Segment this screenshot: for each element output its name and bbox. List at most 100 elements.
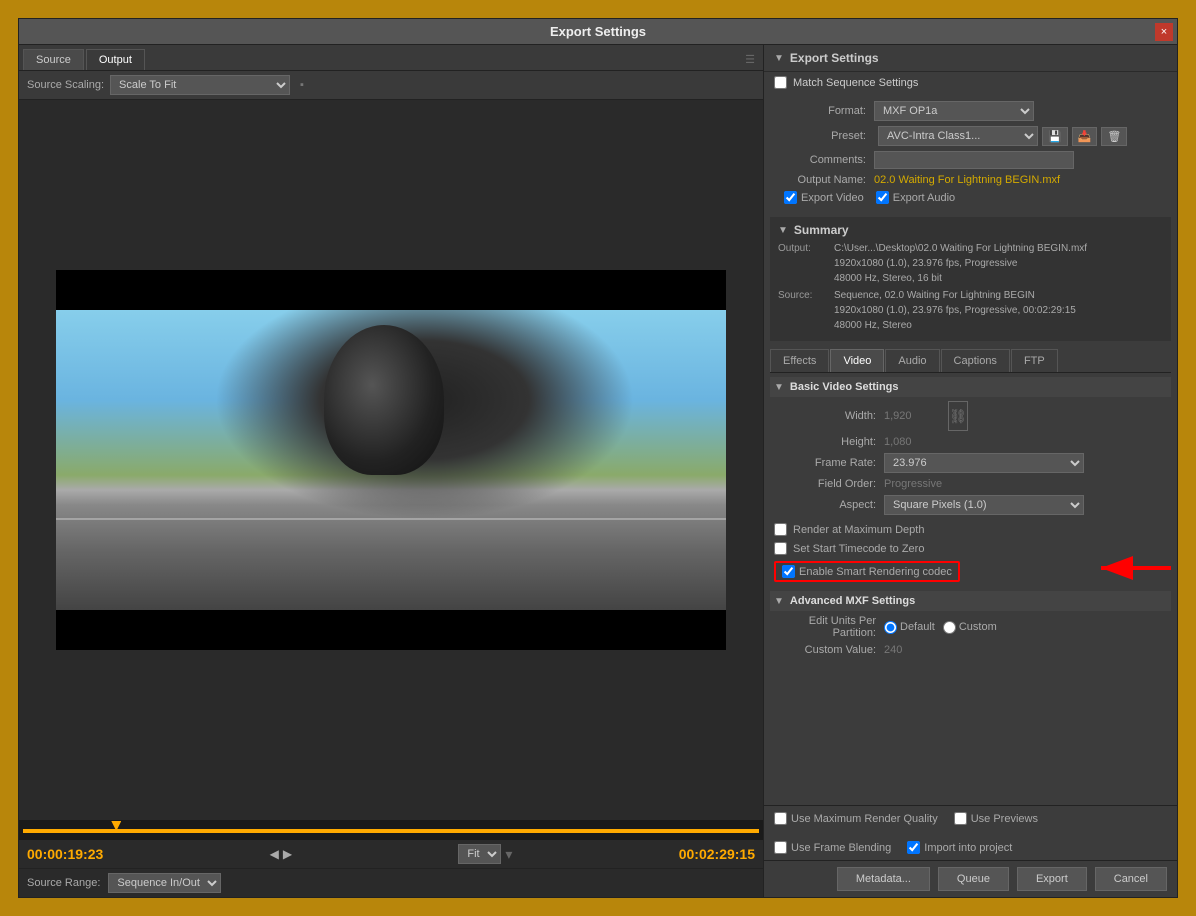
timeline-wrapper[interactable] <box>19 820 763 840</box>
advanced-mxf-toggle[interactable]: ▼ <box>774 596 784 607</box>
edit-units-label: Edit Units Per Partition: <box>774 615 884 639</box>
export-button[interactable]: Export <box>1017 867 1087 891</box>
source-scaling-select[interactable]: Scale To Fit <box>110 75 290 95</box>
height-input[interactable] <box>884 436 944 448</box>
summary-content: Output: C:\User...\Desktop\02.0 Waiting … <box>778 241 1163 333</box>
nav-buttons: ◀ ▶ <box>270 847 292 861</box>
timecode-start: 00:00:19:23 <box>27 846 103 862</box>
panel-tab-row: Effects Video Audio Captions FTP <box>770 349 1171 373</box>
tab-video[interactable]: Video <box>830 349 884 372</box>
width-input[interactable] <box>884 410 944 422</box>
summary-output-detail: 1920x1080 (1.0), 23.976 fps, Progressive <box>834 256 1087 271</box>
render-max-depth-checkbox[interactable] <box>774 523 787 536</box>
source-range-select[interactable]: Sequence In/Out <box>108 873 221 893</box>
summary-source-value: Sequence, 02.0 Waiting For Lightning BEG… <box>834 288 1076 303</box>
fit-select[interactable]: Fit <box>458 844 501 864</box>
tab-captions[interactable]: Captions <box>941 349 1010 372</box>
format-select[interactable]: MXF OP1a <box>874 101 1034 121</box>
left-panel: Source Output ☰ Source Scaling: Scale To… <box>19 45 764 897</box>
export-audio-checkbox[interactable] <box>876 191 889 204</box>
use-max-render-label: Use Maximum Render Quality <box>791 813 938 825</box>
metadata-button[interactable]: Metadata... <box>837 867 930 891</box>
video-frame <box>56 270 726 650</box>
delete-preset-button[interactable]: 🗑 <box>1101 127 1127 146</box>
enable-smart-rendering-highlight: Enable Smart Rendering codec <box>774 561 960 582</box>
format-row: Format: MXF OP1a <box>774 101 1167 121</box>
export-video-item: Export Video <box>784 191 864 204</box>
import-into-project-checkbox[interactable] <box>907 841 920 854</box>
export-settings-dialog: Export Settings × Source Output ☰ Source… <box>18 18 1178 898</box>
summary-output-audio: 48000 Hz, Stereo, 16 bit <box>834 271 1087 286</box>
preset-select[interactable]: AVC-Intra Class1... <box>878 126 1038 146</box>
comments-input[interactable] <box>874 151 1074 169</box>
video-settings-panel: ▼ Basic Video Settings Width: ⛓ Height: … <box>764 373 1177 805</box>
summary-source-row: Source: Sequence, 02.0 Waiting For Light… <box>778 288 1163 333</box>
set-start-timecode-checkbox[interactable] <box>774 542 787 555</box>
prev-frame-button[interactable]: ◀ <box>270 847 279 861</box>
tab-source[interactable]: Source <box>23 49 84 70</box>
output-name-label: Output Name: <box>774 174 874 186</box>
helmet-visual <box>324 325 444 475</box>
tab-audio[interactable]: Audio <box>885 349 939 372</box>
export-audio-item: Export Audio <box>876 191 955 204</box>
source-scaling-label: Source Scaling: <box>27 79 104 91</box>
source-range-label: Source Range: <box>27 877 100 889</box>
tab-effects[interactable]: Effects <box>770 349 829 372</box>
export-video-checkbox[interactable] <box>784 191 797 204</box>
settings-form: Format: MXF OP1a Preset: AVC-Intra Class… <box>764 97 1177 213</box>
tab-ftp[interactable]: FTP <box>1011 349 1058 372</box>
use-previews-checkbox[interactable] <box>954 812 967 825</box>
action-buttons-bar: Metadata... Queue Export Cancel <box>764 860 1177 897</box>
use-frame-blending-checkbox[interactable] <box>774 841 787 854</box>
top-black-bar <box>56 270 726 310</box>
queue-button[interactable]: Queue <box>938 867 1009 891</box>
next-frame-button[interactable]: ▶ <box>283 847 292 861</box>
summary-section: ▼ Summary Output: C:\User...\Desktop\02.… <box>770 217 1171 341</box>
close-button[interactable]: × <box>1155 23 1173 41</box>
save-preset-button[interactable]: 💾 <box>1042 127 1068 146</box>
use-max-render-item: Use Maximum Render Quality <box>774 812 938 825</box>
default-radio[interactable] <box>884 621 897 634</box>
frame-rate-select[interactable]: 23.976 <box>884 453 1084 473</box>
import-into-project-item: Import into project <box>907 841 1012 854</box>
advanced-mxf-section: ▼ Advanced MXF Settings Edit Units Per P… <box>770 591 1171 656</box>
right-panel: ▼ Export Settings Match Sequence Setting… <box>764 45 1177 897</box>
source-scaling-bar: Source Scaling: Scale To Fit ▪ <box>19 71 763 100</box>
preset-row: Preset: AVC-Intra Class1... 💾 📥 🗑 <box>774 126 1167 146</box>
output-name-link[interactable]: 02.0 Waiting For Lightning BEGIN.mxf <box>874 174 1060 186</box>
summary-source-detail: 1920x1080 (1.0), 23.976 fps, Progressive… <box>834 303 1076 318</box>
enable-smart-rendering-label: Enable Smart Rendering codec <box>799 566 952 578</box>
link-dimensions-icon[interactable]: ⛓ <box>948 401 968 431</box>
tab-output[interactable]: Output <box>86 49 145 70</box>
aspect-select[interactable]: Square Pixels (1.0) <box>884 495 1084 515</box>
preset-label: Preset: <box>774 130 874 142</box>
format-label: Format: <box>774 105 874 117</box>
fit-controls: Fit ▾ <box>458 844 512 864</box>
export-video-label: Export Video <box>801 192 864 204</box>
custom-radio[interactable] <box>943 621 956 634</box>
red-arrow-annotation <box>1091 550 1177 590</box>
panel-menu-icon[interactable]: ☰ <box>741 49 759 70</box>
render-max-depth-row: Render at Maximum Depth <box>770 520 1171 539</box>
dropdown-arrow-icon: ▾ <box>505 846 512 863</box>
summary-toggle[interactable]: ▼ <box>778 225 788 236</box>
import-preset-button[interactable]: 📥 <box>1072 127 1098 146</box>
custom-radio-label: Custom <box>959 621 997 633</box>
basic-video-toggle[interactable]: ▼ <box>774 382 784 393</box>
default-radio-label: Default <box>900 621 935 633</box>
scaling-indicator: ▪ <box>300 79 304 91</box>
timeline-progress-bar <box>23 829 759 833</box>
summary-source-values: Sequence, 02.0 Waiting For Lightning BEG… <box>834 288 1076 333</box>
match-sequence-checkbox[interactable] <box>774 76 787 89</box>
output-name-row: Output Name: 02.0 Waiting For Lightning … <box>774 174 1167 186</box>
export-audio-label: Export Audio <box>893 192 955 204</box>
bottom-black-bar <box>56 610 726 650</box>
cancel-button[interactable]: Cancel <box>1095 867 1167 891</box>
export-settings-toggle[interactable]: ▼ <box>774 53 784 64</box>
summary-title: Summary <box>794 223 849 237</box>
summary-output-row: Output: C:\User...\Desktop\02.0 Waiting … <box>778 241 1163 286</box>
enable-smart-rendering-checkbox[interactable] <box>782 565 795 578</box>
use-max-render-checkbox[interactable] <box>774 812 787 825</box>
export-checkboxes-row: Export Video Export Audio <box>784 191 1167 204</box>
frame-rate-row: Frame Rate: 23.976 <box>770 453 1171 473</box>
